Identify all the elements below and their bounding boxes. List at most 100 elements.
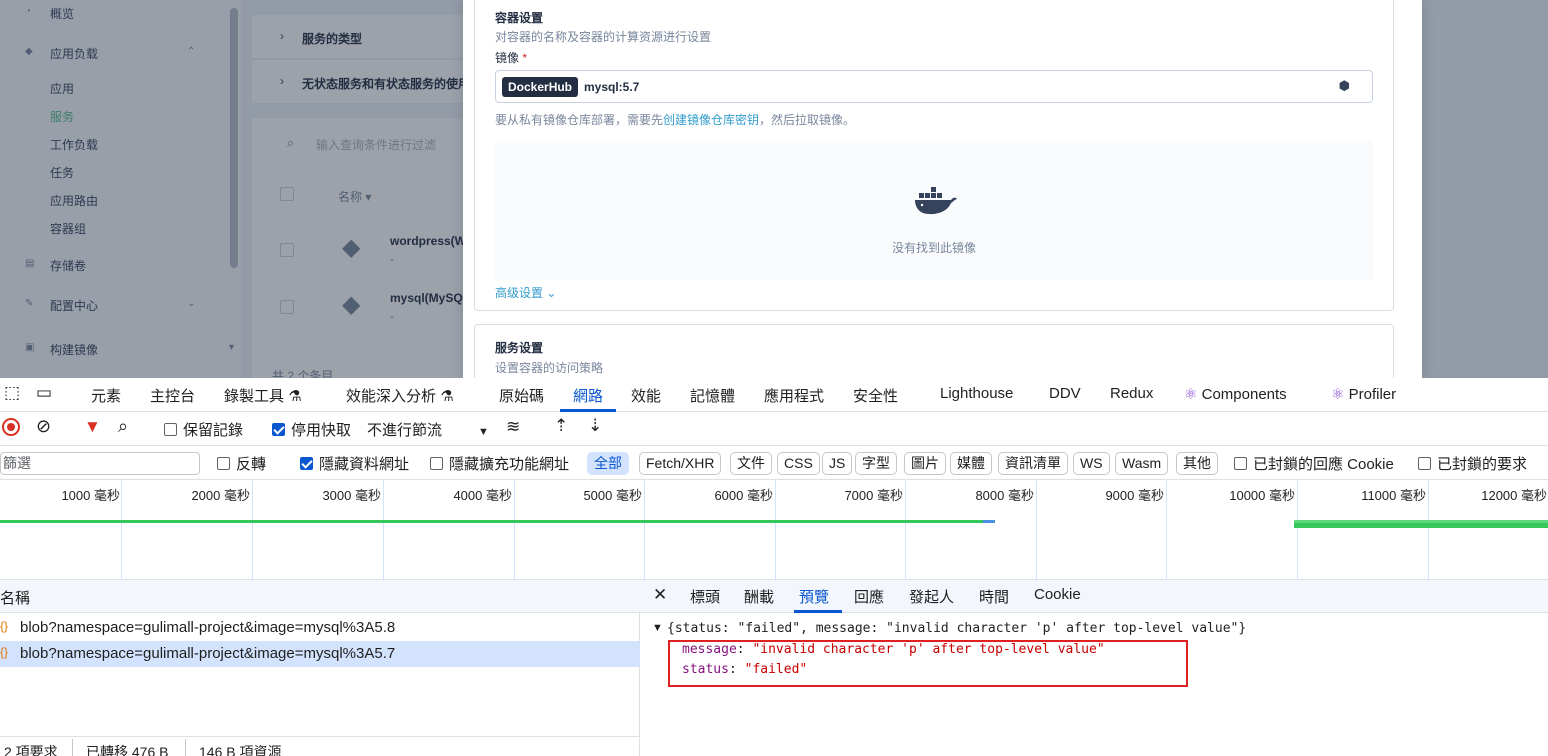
container-settings-desc: 对容器的名称及容器的计算资源进行设置 bbox=[495, 30, 712, 44]
flask-icon: ⚗ bbox=[288, 388, 302, 405]
transferred-size: 已轉移 476 B bbox=[86, 744, 169, 756]
tab-cookies[interactable]: Cookie bbox=[1034, 586, 1081, 603]
network-conditions-icon[interactable]: ≋ bbox=[506, 417, 520, 437]
timeline-tick-label: 5000 毫秒 bbox=[583, 488, 642, 503]
blocked-requests-checkbox[interactable]: 已封鎖的要求 bbox=[1418, 453, 1527, 474]
devtools-tabbar: ⬚ ▭ 元素 主控台 錄製工具 ⚗ 效能深入分析 ⚗ 原始碼 網路 效能 記憶體… bbox=[0, 378, 1548, 412]
timeline-tick-label: 10000 毫秒 bbox=[1229, 488, 1295, 503]
timeline-tick-label: 8000 毫秒 bbox=[975, 488, 1034, 503]
tab-initiator[interactable]: 發起人 bbox=[909, 586, 954, 607]
screen: ◔ 概览 ◆ 应用负载 ⌃ 应用 服务 工作负载 任务 应用路由 容器组 ▤ 存… bbox=[0, 0, 1548, 756]
tab-ddv[interactable]: DDV bbox=[1049, 385, 1081, 402]
tab-application[interactable]: 應用程式 bbox=[764, 385, 824, 406]
tab-recorder[interactable]: 錄製工具 ⚗ bbox=[224, 385, 302, 406]
network-overview-timeline[interactable]: 1000 毫秒 2000 毫秒 3000 毫秒 4000 毫秒 5000 毫秒 … bbox=[0, 480, 1548, 580]
invert-checkbox[interactable]: 反轉 bbox=[217, 453, 266, 474]
tab-response[interactable]: 回應 bbox=[854, 586, 884, 607]
xhr-icon: {} bbox=[0, 645, 9, 659]
tab-components[interactable]: ⚛ Components bbox=[1184, 385, 1287, 403]
service-settings-desc: 设置容器的访问策略 bbox=[495, 361, 604, 375]
checkbox-box bbox=[164, 423, 177, 436]
throttling-select[interactable]: 不進行節流 ▼ bbox=[367, 419, 489, 440]
empty-state-text: 没有找到此镜像 bbox=[891, 241, 976, 255]
caret-down-icon: ▼ bbox=[478, 426, 489, 438]
tab-console[interactable]: 主控台 bbox=[150, 385, 195, 406]
filter-type-doc[interactable]: 文件 bbox=[730, 452, 772, 475]
column-name-header[interactable]: 名稱 bbox=[0, 587, 30, 608]
import-har-icon[interactable]: ⇡ bbox=[554, 416, 568, 436]
filter-type-font[interactable]: 字型 bbox=[855, 452, 897, 475]
tab-profiler-label: Profiler bbox=[1348, 386, 1397, 403]
registry-tag[interactable]: DockerHub bbox=[502, 77, 579, 97]
app-area: ◔ 概览 ◆ 应用负载 ⌃ 应用 服务 工作负载 任务 应用路由 容器组 ▤ 存… bbox=[0, 0, 1548, 380]
image-label-text: 镜像 bbox=[495, 51, 520, 65]
disable-cache-label: 停用快取 bbox=[291, 422, 352, 439]
filter-type-fetch-xhr[interactable]: Fetch/XHR bbox=[639, 452, 722, 475]
tab-headers[interactable]: 標頭 bbox=[690, 586, 720, 607]
request-list-header: 名稱 bbox=[0, 580, 640, 613]
tab-preview[interactable]: 預覽 bbox=[799, 586, 829, 607]
filter-type-css[interactable]: CSS bbox=[777, 452, 820, 475]
search-icon[interactable]: ⌕ bbox=[118, 416, 128, 437]
preview-summary[interactable]: {status: "failed", message: "invalid cha… bbox=[667, 621, 1246, 636]
filter-type-manifest[interactable]: 資訊清單 bbox=[998, 452, 1068, 475]
checkbox-box bbox=[272, 423, 285, 436]
network-toolbar: ⊘ ▼ ⌕ 保留記錄 停用快取 不進行節流 ▼ ≋ ⇡ ⇣ bbox=[0, 412, 1548, 446]
stop-recording-icon[interactable] bbox=[2, 418, 20, 436]
tab-network[interactable]: 網路 bbox=[573, 385, 603, 406]
container-settings-title: 容器设置 bbox=[495, 11, 544, 25]
filter-type-js[interactable]: JS bbox=[822, 452, 853, 475]
filter-input[interactable]: 篩選 bbox=[0, 452, 200, 475]
request-bar-2 bbox=[1294, 520, 1548, 528]
network-filterbar: 篩選 反轉 隱藏資料網址 隱藏擴充功能網址 全部 Fetch/XHR 文件 CS… bbox=[0, 446, 1548, 480]
inspect-element-icon[interactable]: ⬚ bbox=[4, 383, 20, 403]
clear-icon[interactable]: ⊘ bbox=[36, 416, 51, 437]
request-row[interactable]: {} blob?namespace=gulimall-project&image… bbox=[0, 615, 640, 641]
tab-sources[interactable]: 原始碼 bbox=[499, 385, 544, 406]
blocked-cookies-checkbox[interactable]: 已封鎖的回應 Cookie bbox=[1234, 453, 1394, 474]
close-icon[interactable]: ✕ bbox=[653, 585, 667, 605]
filter-type-all[interactable]: 全部 bbox=[587, 452, 629, 475]
hide-extension-urls-checkbox[interactable]: 隱藏擴充功能網址 bbox=[430, 453, 569, 474]
advanced-settings-toggle[interactable]: 高级设置 ⌄ bbox=[495, 284, 556, 301]
filter-type-wasm[interactable]: Wasm bbox=[1115, 452, 1169, 475]
filter-type-media[interactable]: 媒體 bbox=[950, 452, 992, 475]
request-row-selected[interactable]: {} blob?namespace=gulimall-project&image… bbox=[0, 641, 640, 667]
hide-extension-urls-label: 隱藏擴充功能網址 bbox=[449, 456, 570, 473]
cube-icon[interactable]: ⬢ bbox=[1339, 78, 1350, 94]
timeline-tick-label: 7000 毫秒 bbox=[844, 488, 903, 503]
advanced-settings-label: 高级设置 bbox=[495, 286, 544, 300]
expand-triangle-icon[interactable]: ▼ bbox=[652, 622, 663, 634]
timeline-tick-label: 4000 毫秒 bbox=[453, 488, 512, 503]
tab-security[interactable]: 安全性 bbox=[853, 385, 898, 406]
blocked-cookies-label: 已封鎖的回應 Cookie bbox=[1253, 456, 1394, 473]
request-list: 名稱 {} blob?namespace=gulimall-project&im… bbox=[0, 580, 640, 756]
filter-type-ws[interactable]: WS bbox=[1073, 452, 1110, 475]
filter-icon[interactable]: ▼ bbox=[84, 417, 101, 437]
docker-whale-icon bbox=[915, 187, 957, 215]
tab-performance[interactable]: 效能 bbox=[631, 385, 661, 406]
tab-elements[interactable]: 元素 bbox=[91, 385, 121, 406]
tab-performance-insights[interactable]: 效能深入分析 ⚗ bbox=[346, 385, 454, 406]
image-search-input[interactable]: DockerHub mysql:5.7 ⬢ bbox=[495, 70, 1373, 103]
create-secret-link[interactable]: 创建镜像仓库密钥 bbox=[663, 113, 759, 127]
tab-timing[interactable]: 時間 bbox=[979, 586, 1009, 607]
tab-payload[interactable]: 酬載 bbox=[744, 586, 774, 607]
hide-data-urls-checkbox[interactable]: 隱藏資料網址 bbox=[300, 453, 409, 474]
preserve-log-checkbox[interactable]: 保留記錄 bbox=[164, 419, 243, 440]
network-status-bar: 2 項要求 已轉移 476 B 146 B 項資源 bbox=[0, 736, 640, 756]
hint-suffix: ，然后拉取镜像。 bbox=[759, 113, 856, 127]
device-toolbar-icon[interactable]: ▭ bbox=[36, 383, 52, 403]
tab-profiler[interactable]: ⚛ Profiler bbox=[1331, 385, 1396, 403]
tab-redux[interactable]: Redux bbox=[1110, 385, 1153, 402]
tab-memory[interactable]: 記憶體 bbox=[690, 385, 735, 406]
tab-lighthouse[interactable]: Lighthouse bbox=[940, 385, 1013, 402]
devtools-panel: ⬚ ▭ 元素 主控台 錄製工具 ⚗ 效能深入分析 ⚗ 原始碼 網路 效能 記憶體… bbox=[0, 378, 1548, 756]
create-service-dialog: 容器设置 对容器的名称及容器的计算资源进行设置 镜像 * DockerHub m… bbox=[463, 0, 1422, 380]
filter-type-img[interactable]: 圖片 bbox=[904, 452, 946, 475]
filter-type-other[interactable]: 其他 bbox=[1176, 452, 1218, 475]
disable-cache-checkbox[interactable]: 停用快取 bbox=[272, 419, 351, 440]
export-har-icon[interactable]: ⇣ bbox=[588, 416, 602, 436]
checkbox-box bbox=[430, 457, 443, 470]
timeline-gridline bbox=[644, 480, 645, 580]
